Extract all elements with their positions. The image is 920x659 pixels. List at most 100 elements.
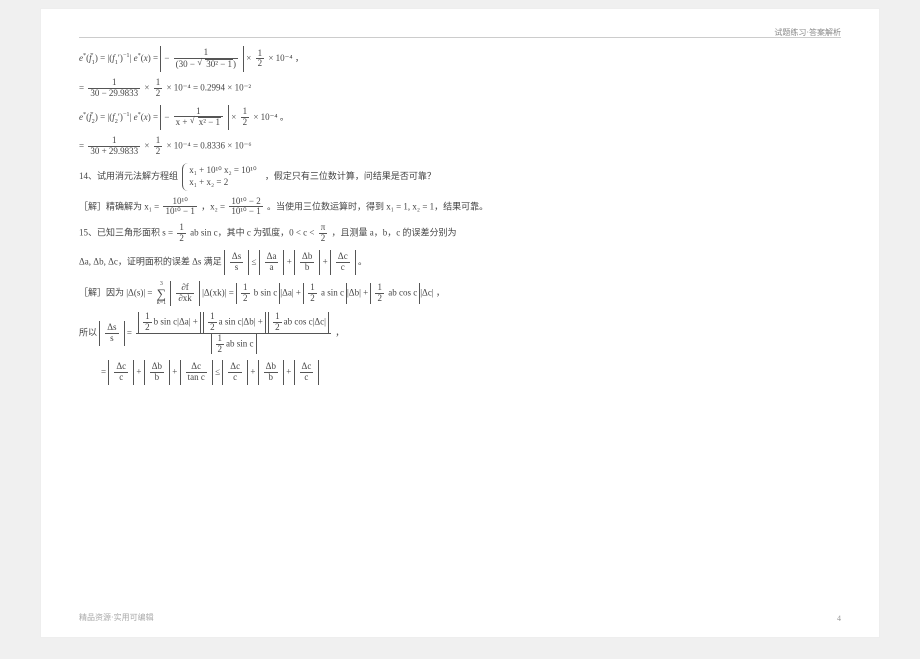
fraction: 1 (30 − 30² − 1): [174, 48, 238, 70]
text: ［解］精确解为 x₁ =: [79, 201, 159, 211]
abs: Δb b: [294, 250, 320, 275]
eq1b: = 1 30 − 29.9833 × 1 2 × 10⁻⁴ = 0.2994 ×…: [79, 78, 841, 99]
page: 试题练习·答案解析 e*(f̄1) = |(f1′)−1| e*(x) = − …: [40, 8, 880, 638]
a14: ［解］精确解为 x₁ = 10¹⁰ 10¹⁰ − 1 ，x₂ = 10¹⁰ − …: [79, 197, 841, 218]
fraction: 1 30 + 29.9833: [88, 136, 140, 157]
text: 。: [358, 257, 367, 267]
p15b: 所以 Δs s = 12b sin c|Δa| + 12a sin c|Δb| …: [79, 312, 841, 355]
text: Δa, Δb, Δc，证明面积的误差 Δs 满足: [79, 257, 222, 267]
text: ，: [295, 53, 304, 63]
text: × 10⁻⁴: [268, 53, 292, 63]
text: |Δ(xk)| =: [202, 287, 234, 297]
fraction: π 2: [319, 223, 328, 244]
numerator: Δs: [105, 323, 118, 334]
fraction: 1 2: [154, 78, 163, 99]
fraction: Δc c: [336, 252, 350, 273]
text: =: [127, 327, 132, 337]
denominator: 10¹⁰ − 1: [163, 207, 196, 217]
denominator: (30 − 30² − 1): [174, 59, 238, 70]
eq2b: = 1 30 + 29.9833 × 1 2 × 10⁻⁴ = 0.8336 ×…: [79, 136, 841, 157]
text: × 10⁻⁴: [253, 112, 277, 122]
text: =: [79, 141, 84, 151]
fraction: ∂f ∂xk: [176, 283, 193, 304]
text: ab sin c，其中 c 为弧度，0 < c <: [190, 228, 314, 238]
fraction: Δs s: [230, 252, 243, 273]
denominator: c: [336, 263, 350, 273]
fraction: 10¹⁰ − 2 10¹⁰ − 1: [229, 197, 262, 218]
text: =: [101, 367, 106, 377]
text: ，假定只有三位数计算，问结果是否可靠？: [265, 171, 436, 181]
abs: Δs s: [224, 250, 249, 275]
system-row: x₁ + x₂ = 2: [189, 177, 256, 189]
q15b: Δa, Δb, Δc，证明面积的误差 Δs 满足 Δs s ≤ Δa a + Δ…: [79, 250, 841, 275]
denominator: 2: [319, 234, 328, 244]
abs: 12 b sin c: [236, 283, 280, 304]
numerator: 12b sin c|Δa| + 12a sin c|Δb| + 12ab cos…: [136, 312, 331, 334]
summation: 3 ∑ k=1: [157, 281, 166, 306]
text: =: [79, 82, 84, 92]
denominator: 2: [241, 118, 250, 128]
numerator: 1: [174, 107, 223, 118]
text: ，x₂ =: [201, 201, 225, 211]
header-rule: [79, 37, 841, 38]
content: e*(f̄1) = |(f1′)−1| e*(x) = − 1 (30 − 30…: [79, 46, 841, 385]
denominator: s: [230, 263, 243, 273]
denominator: 2: [154, 89, 163, 99]
abs: − 1 (30 − 30² − 1): [160, 46, 244, 72]
text: 15、已知三角形面积 s =: [79, 228, 173, 238]
p15c: = Δcc + Δbb + Δctan c ≤ Δcc + Δbb + Δcc: [101, 360, 841, 385]
numerator: 1: [174, 48, 238, 59]
denominator: 30 − 29.9833: [88, 89, 140, 99]
text: ×: [144, 141, 149, 151]
system-brace: x₁ + 10¹⁰ x₂ = 10¹⁰ x₁ + x₂ = 2: [182, 163, 260, 190]
fraction: Δs s: [105, 323, 118, 344]
text: 14、试用消元法解方程组: [79, 171, 178, 181]
text: 。: [280, 112, 289, 122]
text: × 10⁻⁴ = 0.2994 × 10⁻²: [166, 82, 251, 92]
footer-left: 精品资源·实用可编辑: [79, 612, 154, 623]
eq2: e*(f̄2) = |(f2′)−1| e*(x) = − 1 x + x² −…: [79, 105, 841, 131]
text: ×: [144, 82, 149, 92]
fraction: 1 2: [177, 223, 186, 244]
denominator: a: [265, 263, 279, 273]
text: e*(f̄2) = |(f2′)−1| e*(x) =: [79, 112, 160, 122]
text: 。当使用三位数运算时，得到 x₁ = 1, x₂ = 1，结果可靠。: [267, 201, 488, 211]
q14: 14、试用消元法解方程组 x₁ + 10¹⁰ x₂ = 10¹⁰ x₁ + x₂…: [79, 163, 841, 190]
denominator: 2: [177, 234, 186, 244]
denominator: 10¹⁰ − 1: [229, 207, 262, 217]
abs: Δa a: [259, 250, 285, 275]
text: ，且测量 a，b，c 的误差分别为: [332, 228, 457, 238]
system-row: x₁ + 10¹⁰ x₂ = 10¹⁰: [189, 165, 256, 177]
fraction: 1 2: [241, 107, 250, 128]
denominator: 2: [256, 59, 265, 69]
denominator: s: [105, 334, 118, 344]
text: ［解］因为 |Δ(s)| =: [79, 287, 152, 297]
p15a: ［解］因为 |Δ(s)| = 3 ∑ k=1 ∂f ∂xk |Δ(xk)| = …: [79, 281, 841, 306]
fraction: 1 x + x² − 1: [174, 107, 223, 129]
denominator: 2: [154, 147, 163, 157]
fraction: 1 2: [256, 49, 265, 70]
text: × 10⁻⁴ = 0.8336 × 10⁻⁶: [166, 141, 251, 151]
header-right: 试题练习·答案解析: [774, 27, 841, 38]
fraction: 1 30 − 29.9833: [88, 78, 140, 99]
text: +: [287, 257, 292, 267]
page-number: 4: [837, 614, 841, 623]
eq1: e*(f̄1) = |(f1′)−1| e*(x) = − 1 (30 − 30…: [79, 46, 841, 72]
denominator: 12ab sin c: [136, 334, 331, 355]
text: ≤: [251, 257, 256, 267]
fraction: Δa a: [265, 252, 279, 273]
text: ×: [231, 112, 236, 122]
text: e*(f̄1) = |(f1′)−1| e*(x) =: [79, 53, 160, 63]
big-fraction: 12b sin c|Δa| + 12a sin c|Δb| + 12ab cos…: [136, 312, 331, 355]
abs: 12 a sin c: [303, 283, 347, 304]
abs: − 1 x + x² − 1: [160, 105, 229, 131]
denominator: b: [300, 263, 314, 273]
q15: 15、已知三角形面积 s = 1 2 ab sin c，其中 c 为弧度，0 <…: [79, 223, 841, 244]
text: 所以: [79, 327, 97, 337]
abs: Δs s: [99, 321, 124, 346]
fraction: 10¹⁰ 10¹⁰ − 1: [163, 197, 196, 218]
abs: 12 ab cos c: [370, 283, 420, 304]
fraction: 1 2: [154, 136, 163, 157]
text: +: [323, 257, 328, 267]
text: ，: [335, 327, 344, 337]
